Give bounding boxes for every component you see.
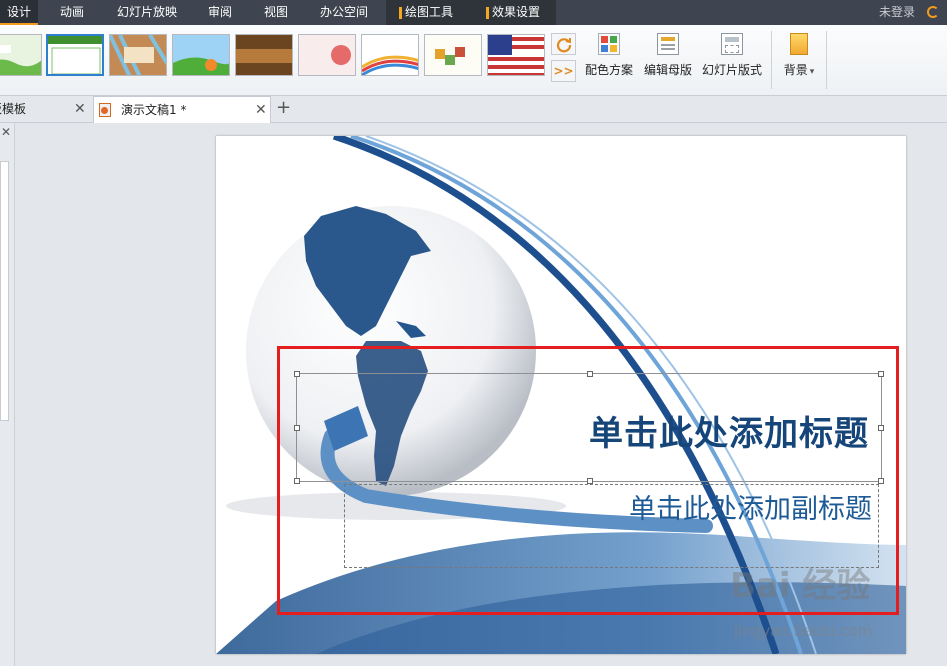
menu-slideshow[interactable]: 幻灯片放映 [117,0,177,25]
template-thumb-image [173,35,229,75]
context-marker-icon [486,6,489,19]
document-tab-bar: 板模板 ✕ 演示文稿1 * ✕ + [0,96,947,123]
template-thumb-image [0,35,41,75]
tab-templates-label: 板模板 [0,102,27,116]
menu-office-space[interactable]: 办公空间 [320,0,368,25]
background-label: 背景 ▾ [783,63,815,77]
baidu-watermark-url: jingyan.baidu.com [734,622,873,640]
master-slide-icon [657,33,679,55]
menu-drawing-tools[interactable]: 绘图工具 [399,0,453,25]
template-thumb-image [236,35,292,75]
ribbon-separator [826,31,827,89]
menu-bar: 设计 动画 幻灯片放映 审阅 视图 办公空间 绘图工具 效果设置 未登录 [0,0,947,25]
template-thumb[interactable] [172,34,230,76]
close-icon[interactable]: ✕ [74,96,86,122]
background-button[interactable]: 背景 ▾ [780,33,818,89]
template-thumb[interactable] [487,34,545,76]
tab-document[interactable]: 演示文稿1 * ✕ [93,96,271,123]
new-tab-button[interactable]: + [276,96,291,120]
edit-master-label: 编辑母版 [643,63,692,77]
slide-layout-label: 幻灯片版式 [701,63,762,77]
dropdown-arrow-icon: ▾ [809,67,815,77]
color-scheme-button[interactable]: 配色方案 [584,33,634,89]
slide-layout-button[interactable]: 幻灯片版式 [701,33,763,89]
layout-icon [721,33,743,55]
login-status[interactable]: 未登录 [879,0,915,25]
menu-animation[interactable]: 动画 [60,0,84,25]
template-thumb[interactable] [298,34,356,76]
template-thumb[interactable] [235,34,293,76]
menu-drawing-tools-label: 绘图工具 [405,5,454,19]
template-thumb-image [425,35,481,75]
close-icon[interactable]: ✕ [1,125,11,139]
presentation-file-icon [99,103,111,117]
sync-icon[interactable] [927,6,939,18]
baidu-watermark: Bai 经验 [730,566,871,606]
more-templates-button[interactable]: >> [551,60,576,82]
template-thumb-selected[interactable] [46,34,104,76]
edit-master-button[interactable]: 编辑母版 [643,33,693,89]
slide-pane: ✕ [0,123,15,666]
background-icon [790,33,808,55]
refresh-icon [556,38,571,53]
template-thumb-image [48,36,102,74]
menu-design[interactable]: 设计 [0,0,38,25]
ribbon: >> 配色方案 编辑母版 幻灯片版式 背景 ▾ [0,25,947,96]
close-icon[interactable]: ✕ [255,97,267,123]
template-thumb[interactable] [424,34,482,76]
template-thumb-image [110,35,166,75]
template-thumb[interactable] [0,34,42,76]
ribbon-separator [771,31,772,89]
color-scheme-label: 配色方案 [584,63,633,77]
template-thumb-image [362,35,418,75]
menu-review[interactable]: 审阅 [208,0,232,25]
template-thumb-image [299,35,355,75]
slide-thumbnail-strip[interactable] [0,161,9,421]
menu-effect-settings-label: 效果设置 [492,5,541,19]
palette-icon [598,33,620,55]
menu-effect-settings[interactable]: 效果设置 [486,0,540,25]
context-marker-icon [399,6,402,19]
menu-view[interactable]: 视图 [264,0,288,25]
template-thumb[interactable] [361,34,419,76]
template-thumb[interactable] [109,34,167,76]
refresh-templates-button[interactable] [551,33,576,55]
tab-document-label: 演示文稿1 * [121,103,187,117]
template-thumb-image [488,35,544,75]
